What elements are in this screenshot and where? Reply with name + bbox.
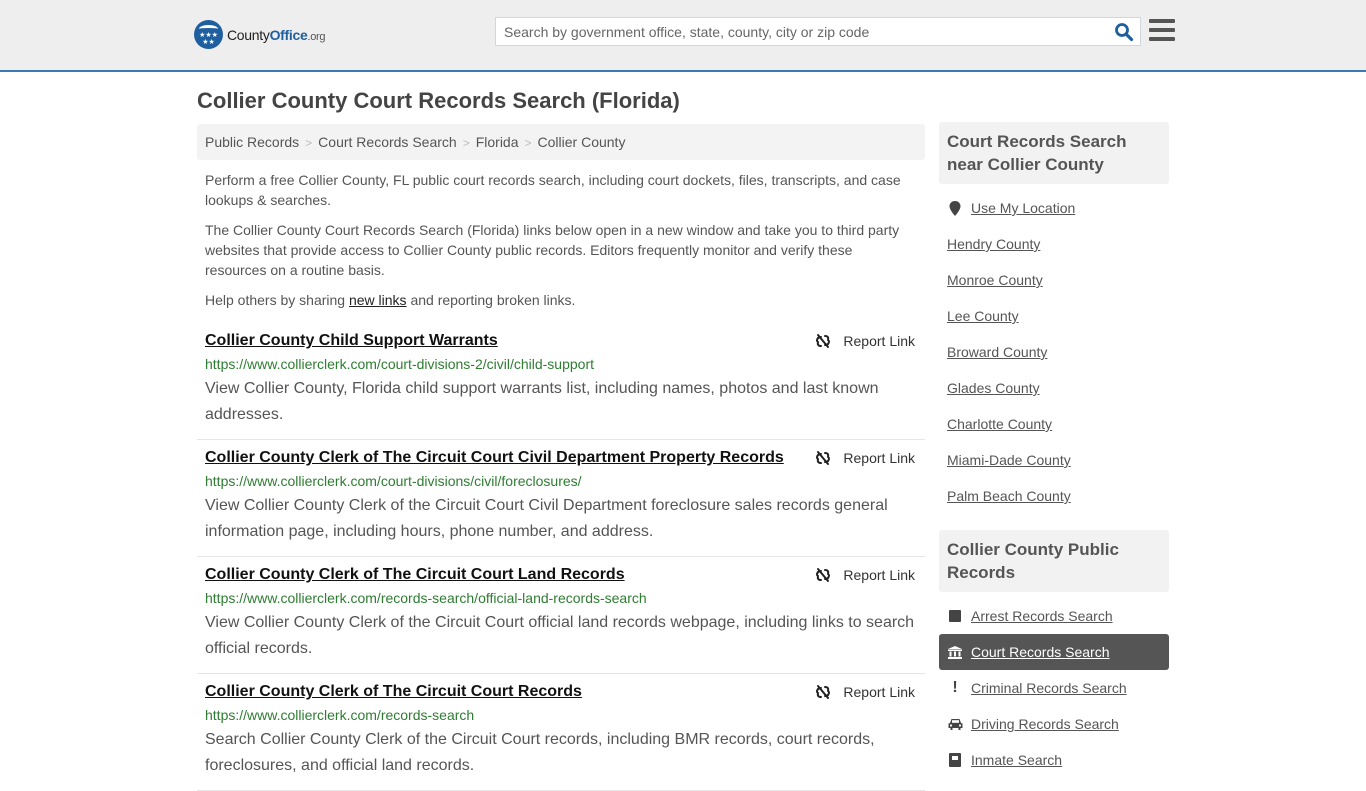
county-link-broward[interactable]: Broward County [947, 344, 1047, 360]
breadcrumb: Public Records > Court Records Search > Flor… [197, 124, 925, 160]
nearby-county-item: Hendry County [939, 226, 1169, 262]
county-link-palm-beach[interactable]: Palm Beach County [947, 488, 1071, 504]
breadcrumb-court-records-search[interactable]: Court Records Search [318, 134, 457, 150]
result-title-link[interactable]: Collier County Child Support Warrants [205, 331, 498, 350]
search-icon [1115, 23, 1134, 42]
hamburger-menu-button[interactable] [1149, 19, 1175, 43]
broken-link-icon [816, 334, 831, 348]
breadcrumb-separator: > [462, 136, 470, 150]
breadcrumb-separator: > [305, 136, 313, 150]
car-icon [947, 718, 963, 730]
result-item: Collier County Clerk of The Circuit Cour… [197, 674, 925, 791]
nearby-county-item: Broward County [939, 334, 1169, 370]
sidebar-item-court-records[interactable]: Court Records Search [939, 634, 1169, 670]
report-link-button[interactable]: Report Link [815, 567, 915, 583]
county-link-lee[interactable]: Lee County [947, 308, 1019, 324]
county-link-monroe[interactable]: Monroe County [947, 272, 1043, 288]
breadcrumb-separator: > [524, 136, 532, 150]
result-url[interactable]: https://www.collierclerk.com/court-divis… [205, 356, 917, 372]
result-description: View Collier County, Florida child suppo… [205, 380, 879, 423]
site-logo[interactable]: ★★★ ★★ CountyOffice.org [194, 20, 326, 49]
logo-text: CountyOffice.org [227, 26, 326, 43]
nearby-heading: Court Records Search near Collier County [939, 122, 1169, 184]
nearby-county-item: Lee County [939, 298, 1169, 334]
breadcrumb-public-records[interactable]: Public Records [205, 134, 299, 150]
sidebar-item-driving-records[interactable]: Driving Records Search [939, 706, 1169, 742]
breadcrumb-florida[interactable]: Florida [476, 134, 519, 150]
search-box [495, 17, 1141, 46]
county-link-hendry[interactable]: Hendry County [947, 236, 1040, 252]
result-title-link[interactable]: Collier County Clerk of The Circuit Cour… [205, 565, 625, 584]
sidebar: Court Records Search near Collier County… [939, 122, 1169, 778]
exclamation-icon: ! [952, 679, 958, 696]
result-url[interactable]: https://www.collierclerk.com/records-sea… [205, 707, 917, 723]
new-links-link[interactable]: new links [349, 292, 407, 308]
report-link-button[interactable]: Report Link [815, 684, 915, 700]
use-my-location-item: Use My Location [939, 190, 1169, 226]
broken-link-icon [816, 568, 831, 582]
hamburger-menu-icon [1149, 19, 1175, 23]
page-title: Collier County Court Records Search (Flo… [197, 88, 680, 113]
result-title-link[interactable]: Collier County Clerk of The Circuit Cour… [205, 448, 784, 467]
courthouse-icon [947, 645, 963, 659]
site-header: ★★★ ★★ CountyOffice.org [0, 0, 1366, 72]
result-url[interactable]: https://www.collierclerk.com/records-sea… [205, 590, 917, 606]
intro-text: Perform a free Collier County, FL public… [205, 170, 917, 320]
search-button[interactable] [1114, 22, 1134, 42]
map-marker-icon [947, 200, 963, 216]
inmate-search-link[interactable]: Inmate Search [971, 752, 1062, 768]
nearby-county-item: Palm Beach County [939, 478, 1169, 514]
public-records-heading: Collier County Public Records [939, 530, 1169, 592]
sidebar-item-criminal-records[interactable]: ! Criminal Records Search [939, 670, 1169, 706]
nearby-county-item: Charlotte County [939, 406, 1169, 442]
sidebar-item-arrest-records[interactable]: Arrest Records Search [939, 598, 1169, 634]
result-description: Search Collier County Clerk of the Circu… [205, 731, 875, 774]
result-item: Collier County Clerk of The Circuit Cour… [197, 557, 925, 674]
result-description: View Collier County Clerk of the Circuit… [205, 497, 888, 540]
nearby-counties-list: Use My Location Hendry County Monroe Cou… [939, 184, 1169, 514]
arrest-records-link[interactable]: Arrest Records Search [971, 608, 1113, 624]
intro-paragraph-3: Help others by sharing new links and rep… [205, 292, 576, 308]
county-link-glades[interactable]: Glades County [947, 380, 1040, 396]
criminal-records-link[interactable]: Criminal Records Search [971, 680, 1127, 696]
square-icon [947, 610, 963, 622]
county-link-miami-dade[interactable]: Miami-Dade County [947, 452, 1071, 468]
public-records-list: Arrest Records Search Court Records Sear… [939, 592, 1169, 778]
jail-icon [947, 753, 963, 767]
nearby-county-item: Monroe County [939, 262, 1169, 298]
court-records-link[interactable]: Court Records Search [971, 644, 1110, 660]
result-title-link[interactable]: Collier County Clerk of The Circuit Cour… [205, 682, 582, 701]
county-link-charlotte[interactable]: Charlotte County [947, 416, 1052, 432]
breadcrumb-collier-county[interactable]: Collier County [538, 134, 626, 150]
intro-paragraph-1: Perform a free Collier County, FL public… [205, 172, 901, 208]
result-item: Collier County Child Support Warrants ht… [197, 323, 925, 440]
search-input[interactable] [496, 18, 1106, 45]
driving-records-link[interactable]: Driving Records Search [971, 716, 1119, 732]
nearby-county-item: Glades County [939, 370, 1169, 406]
results-list: Collier County Child Support Warrants ht… [197, 323, 925, 791]
intro-paragraph-2: The Collier County Court Records Search … [205, 222, 900, 278]
broken-link-icon [816, 685, 831, 699]
broken-link-icon [816, 451, 831, 465]
report-link-button[interactable]: Report Link [815, 333, 915, 349]
result-url[interactable]: https://www.collierclerk.com/court-divis… [205, 473, 917, 489]
nearby-county-item: Miami-Dade County [939, 442, 1169, 478]
use-my-location-link[interactable]: Use My Location [971, 200, 1075, 216]
eagle-logo-icon: ★★★ ★★ [194, 20, 223, 49]
sidebar-item-inmate-search[interactable]: Inmate Search [939, 742, 1169, 778]
result-description: View Collier County Clerk of the Circuit… [205, 614, 915, 657]
report-link-button[interactable]: Report Link [815, 450, 915, 466]
result-item: Collier County Clerk of The Circuit Cour… [197, 440, 925, 557]
